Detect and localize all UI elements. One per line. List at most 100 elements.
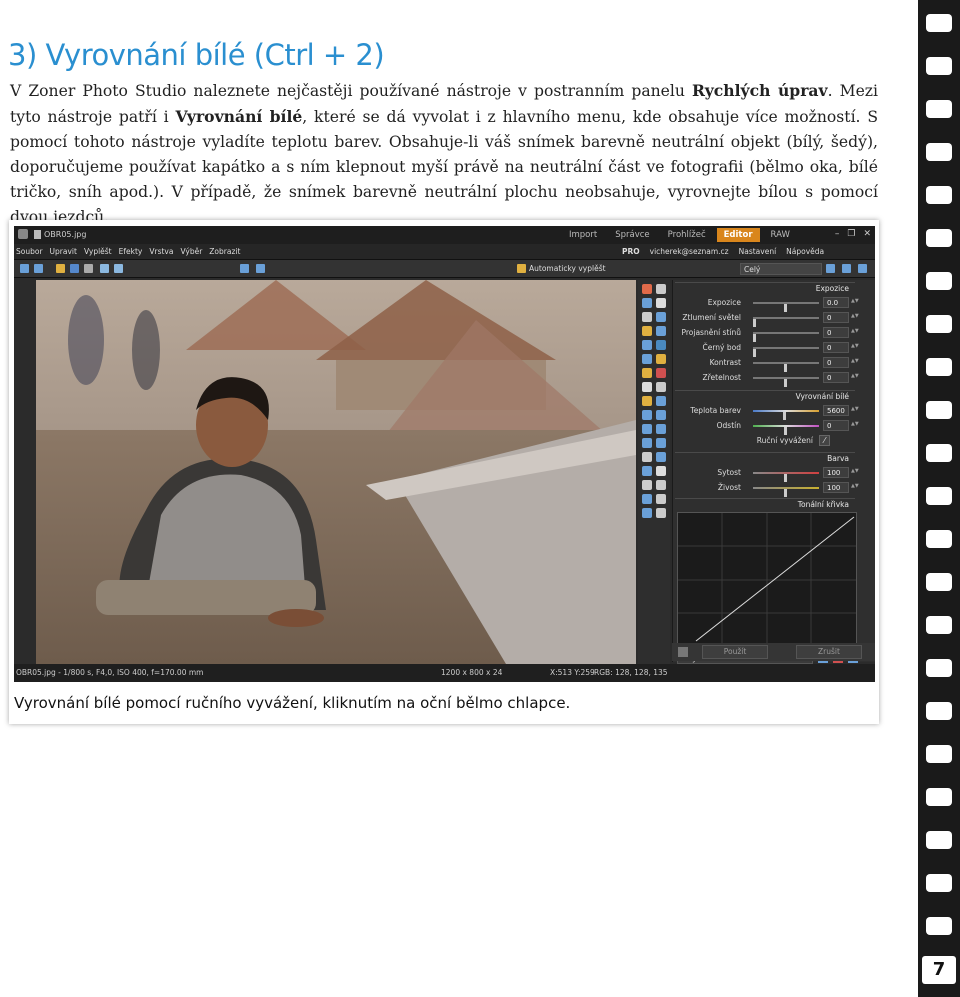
slider-thumb[interactable] [784,379,787,387]
gradient-icon[interactable] [656,452,666,462]
photo-canvas[interactable] [36,280,636,664]
layout-icon[interactable] [256,264,265,273]
eraser-icon[interactable] [642,396,652,406]
minimize-icon[interactable]: – [835,229,840,239]
spin-arrows-icon[interactable]: ▲▼ [851,358,859,367]
zoom-tool-icon[interactable] [642,480,652,490]
slider-thumb[interactable] [783,412,786,420]
slider-value[interactable]: 0 [823,357,849,368]
cancel-button[interactable]: Zrušit [796,645,862,659]
section-vyrovnani-bile-header[interactable]: Vyrovnání bílé [675,390,855,402]
color-shift-icon[interactable] [656,354,666,364]
tab-spravce[interactable]: Správce [608,228,656,242]
slider-thumb[interactable] [753,349,756,357]
history-icon[interactable] [656,508,666,518]
slider-value[interactable]: 0 [823,372,849,383]
quick-fix-icon[interactable] [642,284,652,294]
retouch-icon[interactable] [656,396,666,406]
slider-track[interactable] [753,425,819,435]
menu-efekty[interactable]: Efekty [119,247,143,256]
print-icon[interactable] [84,264,93,273]
pencil-icon[interactable] [656,466,666,476]
image-info-icon[interactable] [642,298,652,308]
copy-icon[interactable] [100,264,109,273]
undo-icon[interactable] [20,264,29,273]
slider-value[interactable]: 0 [823,327,849,338]
fit-icon[interactable] [858,264,867,273]
spin-arrows-icon[interactable]: ▲▼ [851,406,859,415]
slider-thumb[interactable] [784,427,787,435]
slider-value[interactable]: 100 [823,482,849,493]
section-barva-header[interactable]: Barva [675,452,855,464]
straighten-icon[interactable] [642,326,652,336]
lens-correction-icon[interactable] [642,354,652,364]
line-tool-icon[interactable] [642,494,652,504]
magnetic-lasso-icon[interactable] [642,438,652,448]
ellipse-select-icon[interactable] [642,424,652,434]
redo-icon[interactable] [34,264,43,273]
menu-soubor[interactable]: Soubor [16,247,43,256]
slider-track[interactable] [753,410,819,420]
brush-icon[interactable] [642,382,652,392]
tone-curve-editor[interactable] [677,512,857,648]
menu-vyplest[interactable]: Vyplěšt [84,247,112,256]
perspective-icon[interactable] [656,340,666,350]
slider-thumb[interactable] [753,319,756,327]
menu-zobrazit[interactable]: Zobrazit [209,247,240,256]
account-email[interactable]: vicherek@seznam.cz [650,247,729,256]
slider-thumb[interactable] [784,304,787,312]
shape-icon[interactable] [642,466,652,476]
close-icon[interactable]: ✕ [863,229,871,239]
help-button[interactable]: Nápověda [786,247,824,256]
slider-track[interactable] [753,377,819,387]
eyedropper-icon[interactable] [656,480,666,490]
spin-arrows-icon[interactable]: ▲▼ [851,483,859,492]
layers-icon[interactable] [642,508,652,518]
spin-arrows-icon[interactable]: ▲▼ [851,298,859,307]
compare-icon[interactable] [240,264,249,273]
tab-raw[interactable]: RAW [764,228,797,242]
zoom-out-icon[interactable] [842,264,851,273]
settings-button[interactable]: Nastavení [739,247,777,256]
open-folder-icon[interactable] [56,264,65,273]
zoom-in-icon[interactable] [826,264,835,273]
section-tonalni-krivka-header[interactable]: Tonální křivka [675,498,855,510]
apply-button[interactable]: Použít [702,645,768,659]
tab-prohlizec[interactable]: Prohlížeč [661,228,713,242]
tab-editor[interactable]: Editor [716,228,760,242]
section-expozice-header[interactable]: Expozice [675,282,855,294]
slider-track[interactable] [753,302,819,312]
slider-value[interactable]: 0.0 [823,297,849,308]
slider-value[interactable]: 0 [823,420,849,431]
eyedropper-icon[interactable]: ⁄ [819,435,830,446]
zoom-select[interactable]: Celý [740,263,822,275]
clone-stamp-icon[interactable] [656,382,666,392]
redeye-icon[interactable] [642,368,652,378]
polygon-select-icon[interactable] [656,424,666,434]
auto-fix-icon[interactable] [517,264,526,273]
slider-value[interactable]: 0 [823,312,849,323]
spin-arrows-icon[interactable]: ▲▼ [851,343,859,352]
slider-track[interactable] [753,472,819,482]
slider-track[interactable] [753,332,819,342]
pointer-icon[interactable] [656,284,666,294]
tab-import[interactable]: Import [562,228,604,242]
slider-thumb[interactable] [784,489,787,497]
rotate-icon[interactable] [642,340,652,350]
slider-track[interactable] [753,317,819,327]
levels-icon[interactable] [656,368,666,378]
rect-select-icon[interactable] [656,410,666,420]
slider-thumb[interactable] [784,364,787,372]
save-icon[interactable] [70,264,79,273]
slider-value[interactable]: 0 [823,342,849,353]
app-menu-icon[interactable] [18,229,28,239]
lasso-icon[interactable] [642,410,652,420]
crop-icon[interactable] [656,312,666,322]
slider-value[interactable]: 100 [823,467,849,478]
slider-track[interactable] [753,487,819,497]
spin-arrows-icon[interactable]: ▲▼ [851,373,859,382]
spin-arrows-icon[interactable]: ▲▼ [851,328,859,337]
slider-track[interactable] [753,347,819,357]
slider-thumb[interactable] [784,474,787,482]
hand-tool-icon[interactable] [642,312,652,322]
